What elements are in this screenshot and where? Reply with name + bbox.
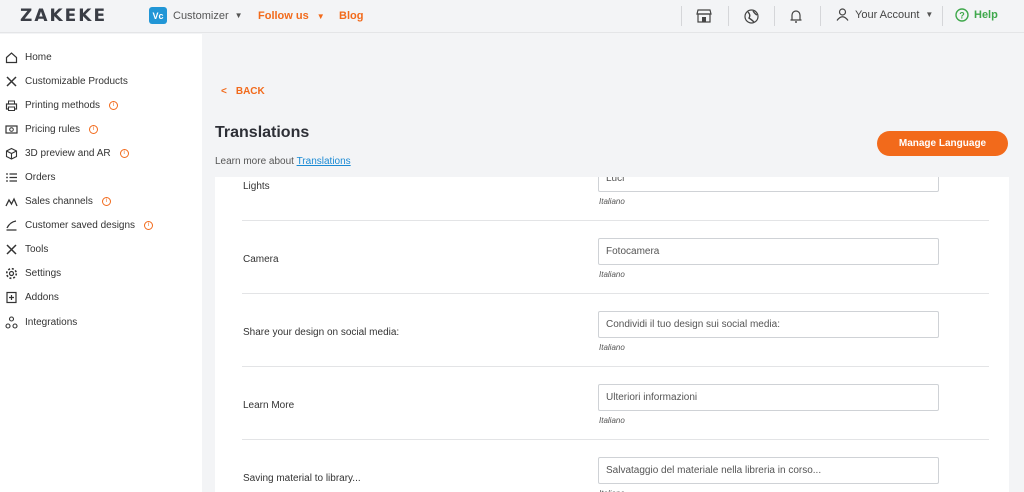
follow-us-label: Follow us xyxy=(258,10,309,22)
list-icon xyxy=(5,171,18,184)
language-caption: Italiano xyxy=(599,416,625,425)
divider xyxy=(681,6,682,26)
sidebar-item-label: Printing methods xyxy=(25,99,101,111)
learn-more-text: Learn more about Translations xyxy=(215,156,351,167)
sidebar-item-3d-preview-and-ar[interactable]: 3D preview and AR i xyxy=(5,144,129,162)
integrations-icon xyxy=(5,315,18,329)
page-title: Translations xyxy=(215,124,310,141)
translation-value: Luci xyxy=(606,177,625,184)
sidebar-item-sales-channels[interactable]: Sales channels i xyxy=(5,192,111,210)
translation-key-label: Lights xyxy=(243,181,270,192)
row-divider xyxy=(242,220,989,221)
row-divider xyxy=(242,366,989,367)
translation-value: Condividi il tuo design sui social media… xyxy=(606,319,780,330)
designs-icon xyxy=(5,219,18,232)
translations-link[interactable]: Translations xyxy=(297,156,351,167)
info-icon[interactable]: i xyxy=(109,100,119,110)
sidebar-item-label: Customizable Products xyxy=(25,75,128,87)
sidebar-item-addons[interactable]: Addons xyxy=(5,288,59,306)
back-button[interactable]: < BACK xyxy=(221,86,265,97)
user-icon xyxy=(836,8,849,21)
info-icon[interactable]: i xyxy=(89,124,99,134)
store-icon[interactable] xyxy=(694,7,714,25)
tools-icon xyxy=(5,243,18,256)
translations-panel: Lights Luci Italiano Camera Fotocamera Italia… xyxy=(215,177,1009,492)
sidebar-item-label: Home xyxy=(25,51,52,63)
chevron-down-icon: ▼ xyxy=(316,11,325,21)
translation-input[interactable]: Luci xyxy=(598,177,939,192)
bell-icon[interactable] xyxy=(786,7,806,25)
translation-key-label: Camera xyxy=(243,254,279,265)
divider xyxy=(774,6,775,26)
sidebar-item-integrations[interactable]: Integrations xyxy=(5,313,77,331)
sidebar-item-settings[interactable]: Settings xyxy=(5,264,61,282)
translation-key-label: Saving material to library... xyxy=(243,473,361,484)
sidebar-item-customer-saved-designs[interactable]: Customer saved designs i xyxy=(5,216,154,234)
language-caption: Italiano xyxy=(599,270,625,279)
chevron-down-icon: ▼ xyxy=(234,11,243,20)
sidebar-item-customizable-products[interactable]: Customizable Products xyxy=(5,72,128,90)
back-label: BACK xyxy=(235,86,265,97)
translation-key-label: Learn More xyxy=(243,400,295,411)
sidebar-item-label: Addons xyxy=(25,291,59,303)
home-icon xyxy=(5,51,18,64)
translation-input[interactable]: Condividi il tuo design sui social media… xyxy=(598,311,939,338)
manage-language-button[interactable]: Manage Language xyxy=(877,131,1008,156)
language-caption: Italiano xyxy=(599,343,625,352)
chevron-down-icon: ▼ xyxy=(925,10,934,19)
help-circle-icon: ? xyxy=(955,8,969,22)
product-label: Customizer xyxy=(173,9,229,22)
blog-link[interactable]: Blog xyxy=(339,10,363,22)
product-badge: Vc xyxy=(149,7,167,24)
divider xyxy=(728,6,729,26)
language-caption: Italiano xyxy=(599,197,625,206)
row-divider xyxy=(242,439,989,440)
translation-value: Ulteriori informazioni xyxy=(606,392,698,403)
cube-icon xyxy=(5,147,18,160)
sidebar-item-label: Tools xyxy=(25,243,49,255)
translation-value: Salvataggio del materiale nella libreria… xyxy=(606,465,822,476)
follow-us-menu[interactable]: Follow us ▼ xyxy=(258,10,325,22)
tools-icon xyxy=(5,75,18,88)
translation-key-label: Share your design on social media: xyxy=(243,327,400,338)
info-icon[interactable]: i xyxy=(144,220,154,230)
top-bar: ZAKEKE Vc Customizer ▼ Follow us ▼ Blog … xyxy=(0,0,1024,33)
printer-icon xyxy=(5,99,18,112)
account-menu[interactable]: Your Account ▼ xyxy=(836,8,933,21)
product-switcher[interactable]: Vc Customizer ▼ xyxy=(149,7,243,24)
row-divider xyxy=(242,293,989,294)
translation-value: Fotocamera xyxy=(606,246,660,257)
sidebar-item-orders[interactable]: Orders xyxy=(5,168,56,186)
channels-icon xyxy=(5,195,18,208)
divider xyxy=(820,6,821,26)
translation-input[interactable]: Salvataggio del materiale nella libreria… xyxy=(598,457,939,484)
help-label: Help xyxy=(974,9,998,21)
translation-input[interactable]: Ulteriori informazioni xyxy=(598,384,939,411)
svg-text:?: ? xyxy=(959,11,965,21)
zakeke-logo[interactable]: ZAKEKE xyxy=(20,6,107,26)
divider xyxy=(942,6,943,26)
sidebar-item-label: Sales channels xyxy=(25,195,93,207)
sidebar-item-printing-methods[interactable]: Printing methods i xyxy=(5,96,119,114)
globe-icon[interactable] xyxy=(741,7,761,25)
sidebar-item-label: Settings xyxy=(25,267,62,279)
learn-prefix: Learn more about xyxy=(215,156,294,167)
sidebar-item-label: Pricing rules xyxy=(25,123,81,135)
sidebar-item-pricing-rules[interactable]: Pricing rules i xyxy=(5,120,99,138)
sidebar-item-label: Integrations xyxy=(25,316,78,328)
help-button[interactable]: ? Help xyxy=(955,8,998,22)
sidebar-item-label: Orders xyxy=(25,171,56,183)
gear-icon xyxy=(5,267,18,280)
money-icon xyxy=(5,123,18,136)
translation-input[interactable]: Fotocamera xyxy=(598,238,939,265)
sidebar-item-tools[interactable]: Tools xyxy=(5,240,48,258)
sidebar-item-home[interactable]: Home xyxy=(5,48,52,66)
addons-icon xyxy=(5,291,18,304)
info-icon[interactable]: i xyxy=(119,148,129,158)
account-label: Your Account xyxy=(855,8,920,21)
info-icon[interactable]: i xyxy=(101,196,111,206)
sidebar-item-label: Customer saved designs xyxy=(25,219,136,231)
chevron-left-icon: < xyxy=(221,86,227,97)
sidebar-item-label: 3D preview and AR xyxy=(25,147,111,159)
